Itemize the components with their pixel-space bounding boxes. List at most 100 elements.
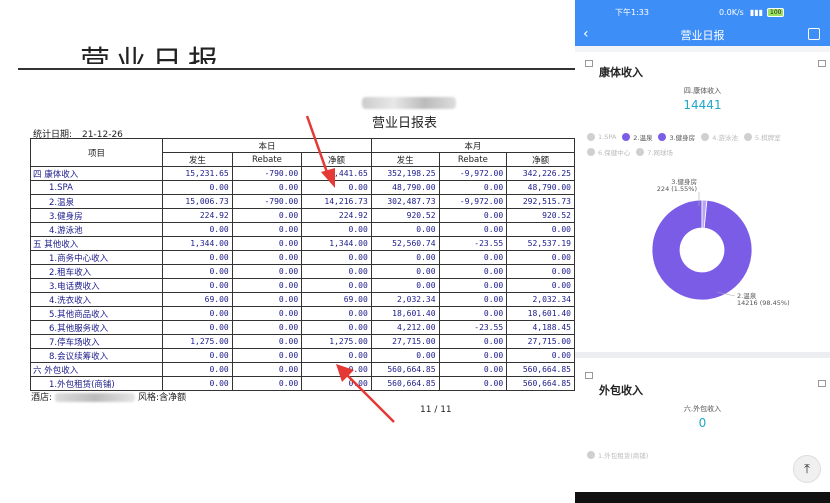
legend-item[interactable]: 4.游泳池 [701,132,738,142]
row-item-name: 3.电话费收入 [29,278,164,293]
month-net-cell: 48,790.00 [506,180,575,195]
table-row: 2.温泉 15,006.73 -790.00 14,216.73 302,487.73-… [29,194,575,209]
today-rebate-cell: 0.00 [231,292,303,307]
today-occur-cell: 15,231.65 [162,166,233,181]
report-table: 项目 本日 本月 发生 Rebate 净额 发生 Rebate 净额 四 康体收… [29,138,575,391]
table-row: 1.外包租赁(商铺) 0.00 0.00 0.00 560,664.85 0.00 560,… [29,376,575,391]
legend-item[interactable]: 3.健身房 [658,132,695,142]
month-occur-cell: 4,212.00 [370,320,440,335]
legend-item[interactable]: 1.外包租赁(商铺) [587,450,648,460]
image-icon [585,372,593,379]
month-rebate-cell: -9,972.00 [438,194,508,209]
legend-label: 5.棋牌室 [754,134,781,142]
row-item-name: 5.其他商品收入 [29,306,164,321]
month-net-cell: 560,664.85 [506,376,575,391]
slice-value-big: 14216 (98.45%) [737,299,790,307]
today-rebate-cell: 0.00 [231,250,303,265]
today-net-cell: 0.00 [301,222,372,237]
today-net-cell: 14,216.73 [301,194,372,209]
today-rebate-cell: 0.00 [231,264,303,279]
legend-label: 3.健身房 [669,134,696,142]
today-rebate-cell: 0.00 [231,180,303,195]
month-net-cell: 0.00 [506,278,575,293]
series-label: 四.康体收入 [683,87,722,95]
legend-item[interactable]: 1.SPA [587,132,616,142]
row-item-name: 五 其他收入 [29,236,164,251]
card-title: 康体收入 [599,66,643,79]
row-item-name: 六 外包收入 [29,362,164,377]
month-rebate-cell: -9,972.00 [438,166,508,181]
today-rebate-cell: 0.00 [231,348,303,363]
row-item-name: 8.会议续筹收入 [29,348,164,363]
legend-item[interactable]: 5.棋牌室 [743,132,781,142]
chart-legend: 1.SPA 2.温泉 3.健身房 4.游泳池 5.棋牌室 6.保健中心 7.网球场 [587,132,827,157]
month-occur-cell: 920.52 [370,208,440,223]
month-occur-cell: 2,032.34 [370,292,440,307]
row-item-name: 3.健身房 [29,208,164,223]
month-occur-header: 发生 [370,152,440,167]
today-net-cell: 0.00 [301,306,372,321]
legend-dot-icon [587,148,595,156]
month-occur-cell: 0.00 [370,264,440,279]
month-net-cell: 4,188.45 [506,320,575,335]
table-row: 2.租车收入 0.00 0.00 0.00 0.00 0.00 0.00 [29,264,575,279]
today-occur-cell: 0.00 [162,278,233,293]
month-occur-cell: 52,560.74 [370,236,440,251]
share-icon[interactable] [808,28,820,40]
legend-dot-icon [622,133,631,141]
card-value: 14441 [683,98,722,112]
today-rebate-cell: 0.00 [231,320,303,335]
month-occur-cell: 0.00 [370,278,440,293]
row-item-name: 1.外包租赁(商铺) [29,376,164,391]
table-row: 4.游泳池 0.00 0.00 0.00 0.00 0.00 0.00 [29,222,575,237]
scroll-to-top-button[interactable]: ⤒ [793,455,821,483]
legend-dot-icon [701,133,710,141]
today-rebate-cell: 0.00 [231,208,303,223]
legend-item[interactable]: 2.温泉 [622,132,652,142]
legend-item[interactable]: 7.网球场 [636,147,673,157]
month-net-cell: 27,715.00 [506,334,575,349]
today-rebate-cell: 0.00 [231,376,303,391]
month-occur-cell: 0.00 [370,222,440,237]
legend-item[interactable]: 6.保健中心 [587,147,630,157]
today-net-cell: 1,344.00 [301,236,372,251]
chart-legend: 1.外包租赁(商铺) [587,450,827,460]
month-net-cell: 2,032.34 [506,292,575,307]
today-occur-cell: 69.00 [162,292,233,307]
table-row: 1.SPA 0.00 0.00 0.00 48,790.00 0.00 48,790.00 [29,180,575,195]
table-row: 3.健身房 224.92 0.00 224.92 920.52 0.00 920.52 [29,208,575,223]
month-occur-cell: 27,715.00 [370,334,440,349]
report-title: 营业日报表 [372,116,438,131]
today-rebate-cell: -790.00 [231,166,303,181]
today-net-cell: 0.00 [301,362,372,377]
month-rebate-cell: 0.00 [438,278,508,293]
month-rebate-cell: 0.00 [438,348,508,363]
month-rebate-header: Rebate [438,152,508,167]
month-rebate-cell: -23.55 [438,320,508,335]
report-page: 营业日报 营业日报表 统计日期: 21-12-26 项目 本日 本月 发生 Reb… [0,0,575,503]
page-number: 11 / 11 [420,405,452,415]
col-today-header: 本日 [162,138,372,153]
back-icon[interactable]: ‹ [583,26,589,42]
row-item-name: 4.游泳池 [29,222,164,237]
legend-dot-icon [587,133,595,141]
today-net-cell: 0.00 [301,376,372,391]
month-rebate-cell: 0.00 [438,306,508,321]
row-item-name: 1.商务中心收入 [29,250,164,265]
today-net-cell: 14,441.65 [301,166,372,181]
table-row: 6.其他服务收入 0.00 0.00 0.00 4,212.00 -23.55 4,188.… [29,320,575,335]
report-top-rule [18,68,575,70]
battery-icon: 100 [767,7,785,17]
today-rebate-cell: 0.00 [231,222,303,237]
legend-dot-icon [636,148,645,156]
slice-value-small: 224 (1.55%) [657,185,697,193]
month-net-cell: 0.00 [506,348,575,363]
row-item-name: 2.温泉 [29,194,164,209]
month-net-cell: 0.00 [506,250,575,265]
row-item-name: 2.租车收入 [29,264,164,279]
today-net-cell: 0.00 [301,320,372,335]
month-rebate-cell: 0.00 [438,208,508,223]
today-occur-cell: 0.00 [162,348,233,363]
redacted-hotel [55,393,136,402]
month-rebate-cell: 0.00 [438,376,508,391]
